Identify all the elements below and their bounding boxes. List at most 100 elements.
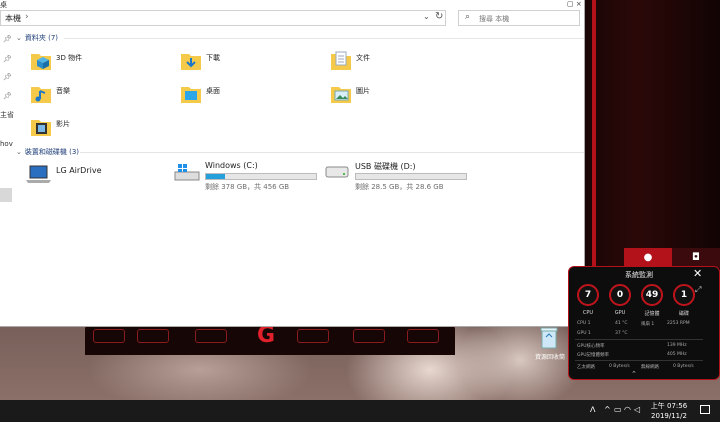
nav-selected-item[interactable]: [0, 188, 12, 202]
person-icon[interactable]: ᐱ: [590, 405, 595, 414]
folder-downloads[interactable]: 下載: [180, 50, 300, 80]
folder-pictures[interactable]: 圖片: [330, 83, 450, 113]
gauge-label: GPU: [614, 310, 626, 316]
rog-bar-segment: [407, 329, 439, 343]
usb-drive-icon: [325, 166, 349, 178]
folder-label: 音樂: [56, 87, 70, 95]
red-stripe: [592, 0, 596, 270]
monitor-row-label: GPU核心頻率: [577, 344, 605, 349]
close-icon[interactable]: ✕: [693, 267, 702, 280]
address-bar[interactable]: 本機 › ⌄ ↻: [0, 10, 446, 26]
3d-objects-icon: [31, 54, 51, 70]
drive-windows-c[interactable]: Windows (C:) 剩餘 378 GB，共 456 GB: [173, 161, 323, 191]
clock-time: 上午 07:56: [650, 402, 688, 410]
armoury-tabs: ● ◘: [624, 248, 720, 268]
battery-icon[interactable]: ▭: [614, 405, 622, 414]
folder-documents[interactable]: 文件: [330, 50, 450, 80]
monitor-row-label: GPU記憶體頻率: [577, 353, 609, 358]
taskbar-clock[interactable]: 上午 07:56 2019/11/2: [646, 401, 692, 421]
pin-icon[interactable]: 📌︎: [3, 92, 12, 100]
search-placeholder: 搜尋 本機: [479, 15, 510, 23]
music-icon: [31, 87, 51, 103]
breadcrumb-chevron-icon[interactable]: ›: [25, 12, 29, 22]
folder-label: 圖片: [356, 87, 370, 95]
monitor-row-value: 139 MHz: [667, 343, 687, 348]
rog-tab-icon[interactable]: ●: [624, 248, 672, 268]
pin-icon[interactable]: 📌︎: [3, 35, 12, 43]
drive-label: USB 磁碟機 (D:): [355, 162, 416, 171]
drive-usb-d[interactable]: USB 磁碟機 (D:) 剩餘 28.5 GB，共 28.6 GB: [323, 161, 473, 191]
gauge-label: 記憶體: [644, 311, 660, 317]
gpu-gauge: 0: [609, 284, 631, 306]
monitor-row-value: 0 Bytes/s: [609, 364, 630, 369]
camera-tab-icon[interactable]: ◘: [672, 248, 720, 268]
rog-bar-segment: [137, 329, 169, 343]
monitor-row-label: 風扇 1: [641, 322, 655, 327]
chevron-down-icon[interactable]: ⌄: [423, 12, 430, 21]
drive-capacity-bar: [355, 173, 467, 180]
folders-section-title: 資料夾 (7): [24, 34, 59, 42]
window-controls[interactable]: ▢ ×: [567, 0, 582, 8]
rog-wallpaper-panel: [584, 0, 720, 270]
wifi-icon[interactable]: ◠: [624, 405, 631, 414]
search-icon: ⌕: [465, 12, 471, 22]
windows-drive-icon: [174, 164, 200, 181]
refresh-icon[interactable]: ↻: [435, 11, 443, 22]
folder-music[interactable]: 音樂: [30, 83, 150, 113]
pictures-icon: [331, 87, 351, 103]
memory-gauge: 49: [641, 284, 663, 306]
notification-center-icon[interactable]: [700, 405, 710, 414]
videos-icon: [31, 120, 51, 136]
monitor-divider: [575, 339, 703, 340]
folder-label: 影片: [56, 120, 70, 128]
monitor-row-label: 無線網路: [641, 365, 659, 370]
show-hidden-icons-chevron-icon[interactable]: ^: [604, 405, 611, 414]
monitor-row-value: 2253 RPM: [667, 321, 690, 326]
drive-capacity-fill: [206, 174, 225, 179]
collapse-caret-icon[interactable]: ⌃: [631, 370, 637, 378]
nav-item-label[interactable]: hov: [0, 140, 13, 148]
recycle-bin-label: 資源回收筒: [534, 354, 565, 361]
drive-space-info: 剩餘 378 GB，共 456 GB: [205, 183, 290, 191]
section-divider: [80, 152, 584, 153]
folder-videos[interactable]: 影片: [30, 116, 150, 146]
downloads-icon: [181, 54, 201, 70]
drive-label: Windows (C:): [205, 161, 258, 170]
monitor-row-value: 41 °C: [615, 321, 628, 326]
folder-3d-objects[interactable]: 3D 物件: [30, 50, 150, 80]
menu-fragment: 桌: [0, 1, 7, 9]
monitor-row-value: 0 Bytes/s: [673, 364, 694, 369]
drives-section-header[interactable]: ⌄ 裝置和磁碟機 (3): [16, 147, 584, 157]
volume-icon[interactable]: ◁: [634, 405, 640, 414]
folder-label: 下載: [206, 54, 220, 62]
monitor-row-label: 乙太網路: [577, 365, 595, 370]
recycle-bin-icon[interactable]: [538, 326, 560, 350]
rog-bar-segment: [195, 329, 227, 343]
system-monitor-widget: 系統監測 ✕ ⤢ 7 0 49 1 CPU GPU 記憶體 磁碟 CPU 1 4…: [568, 266, 720, 380]
address-path[interactable]: 本機: [5, 13, 21, 24]
pin-icon[interactable]: 📌︎: [3, 73, 12, 81]
nav-item-label[interactable]: 主省: [0, 110, 14, 120]
clock-date: 2019/11/2: [651, 412, 687, 420]
search-box[interactable]: ⌕ 搜尋 本機: [458, 10, 580, 26]
monitor-title: 系統監測: [625, 271, 653, 279]
gauge-label: 磁碟: [678, 311, 689, 317]
folder-label: 桌面: [206, 87, 220, 95]
pin-icon[interactable]: 📌︎: [3, 55, 12, 63]
monitor-row-value: 405 MHz: [667, 352, 687, 357]
file-explorer-window: 桌 ▢ × 本機 › ⌄ ↻ ⌕ 搜尋 本機 📌︎ 📌︎ 📌︎ 📌︎ 主省 ho…: [0, 0, 585, 327]
section-divider: [64, 38, 584, 39]
monitor-divider: [575, 360, 703, 361]
folders-section-header[interactable]: ⌄ 資料夾 (7): [16, 33, 584, 43]
monitor-row-value: 37 °C: [615, 331, 628, 336]
drive-space-info: 剩餘 28.5 GB，共 28.6 GB: [355, 183, 444, 191]
documents-icon: [331, 51, 351, 70]
rog-bar-segment: [297, 329, 329, 343]
chevron-down-icon: ⌄: [16, 34, 22, 42]
folder-desktop[interactable]: 桌面: [180, 83, 300, 113]
rog-bar-segment: [93, 329, 125, 343]
drive-label: LG AirDrive: [56, 166, 102, 175]
drive-lg-airdrive[interactable]: LG AirDrive: [24, 164, 164, 194]
expand-icon[interactable]: ⤢: [695, 285, 701, 295]
folder-label: 3D 物件: [56, 54, 83, 62]
